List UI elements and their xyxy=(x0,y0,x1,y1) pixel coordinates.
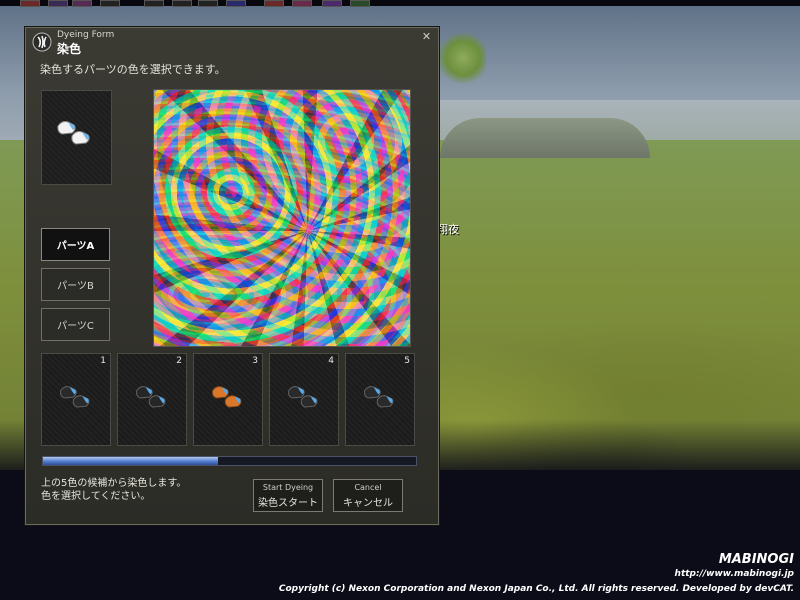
part-c-button[interactable]: パーツC xyxy=(41,308,110,341)
part-a-button[interactable]: パーツA xyxy=(41,228,110,261)
shoes-icon xyxy=(57,121,90,145)
color-slot-2[interactable]: 2 xyxy=(117,353,187,446)
slot-number: 1 xyxy=(100,356,106,366)
start-dyeing-label: 染色スタート xyxy=(258,498,318,509)
toolbar-icon[interactable] xyxy=(322,0,342,7)
color-palette[interactable] xyxy=(153,89,411,347)
toolbar-icon[interactable] xyxy=(100,0,120,7)
tree-foliage xyxy=(440,28,486,88)
toolbar-icon[interactable] xyxy=(20,0,40,7)
character-name[interactable]: 翔夜 xyxy=(437,221,459,237)
toolbar-icon[interactable] xyxy=(172,0,192,7)
start-dyeing-button[interactable]: Start Dyeing 染色スタート xyxy=(253,479,323,512)
site-url: http://www.mabinogi.jp xyxy=(674,569,794,579)
close-icon[interactable]: ✕ xyxy=(421,31,432,42)
slot-number: 3 xyxy=(252,356,258,366)
toolbar-icon[interactable] xyxy=(198,0,218,7)
cancel-button[interactable]: Cancel キャンセル xyxy=(333,479,403,512)
brand-logo: MABINOGI xyxy=(718,552,794,567)
shoes-icon xyxy=(288,386,318,408)
dye-icon xyxy=(32,32,52,52)
cancel-label-en: Cancel xyxy=(354,483,382,492)
dyeing-dialog: Dyeing Form 染色 ✕ 染色するパーツの色を選択できます。 パーツA … xyxy=(25,27,439,525)
item-preview xyxy=(41,90,112,185)
toolbar-icon[interactable] xyxy=(264,0,284,7)
toolbar-icon[interactable] xyxy=(48,0,68,7)
color-slot-5[interactable]: 5 xyxy=(345,353,415,446)
help-text-line: 色を選択してください。 xyxy=(41,491,151,502)
toolbar-icon[interactable] xyxy=(144,0,164,7)
help-text-line: 上の5色の候補から染色します。 xyxy=(41,478,187,489)
progress-fill xyxy=(43,457,219,465)
toolbar-icon[interactable] xyxy=(226,0,246,7)
instruction-text: 染色するパーツの色を選択できます。 xyxy=(40,63,226,76)
shoes-icon xyxy=(136,386,166,408)
copyright-text: Copyright (c) Nexon Corporation and Nexo… xyxy=(278,584,794,594)
color-slot-1[interactable]: 1 xyxy=(41,353,111,446)
toolbar-icon[interactable] xyxy=(350,0,370,7)
toolbar-icon[interactable] xyxy=(292,0,312,7)
dialog-title-en: Dyeing Form xyxy=(57,30,115,40)
cancel-label: キャンセル xyxy=(343,498,393,509)
top-toolbar-strip xyxy=(0,0,800,7)
part-b-button[interactable]: パーツB xyxy=(41,268,110,301)
shoes-icon xyxy=(60,386,90,408)
start-dyeing-label-en: Start Dyeing xyxy=(262,483,314,492)
toolbar-icon[interactable] xyxy=(72,0,92,7)
color-slot-4[interactable]: 4 xyxy=(269,353,339,446)
slot-number: 2 xyxy=(176,356,182,366)
shoes-icon xyxy=(364,386,394,408)
slot-number: 5 xyxy=(404,356,410,366)
slot-number: 4 xyxy=(328,356,334,366)
dye-progress-bar xyxy=(42,456,417,466)
dialog-title: 染色 xyxy=(57,42,82,56)
help-text: 上の5色の候補から染色します。 色を選択してください。 xyxy=(41,477,186,503)
color-slot-3[interactable]: 3 xyxy=(193,353,263,446)
shoes-icon xyxy=(212,386,242,408)
stone-ridge xyxy=(440,118,650,158)
